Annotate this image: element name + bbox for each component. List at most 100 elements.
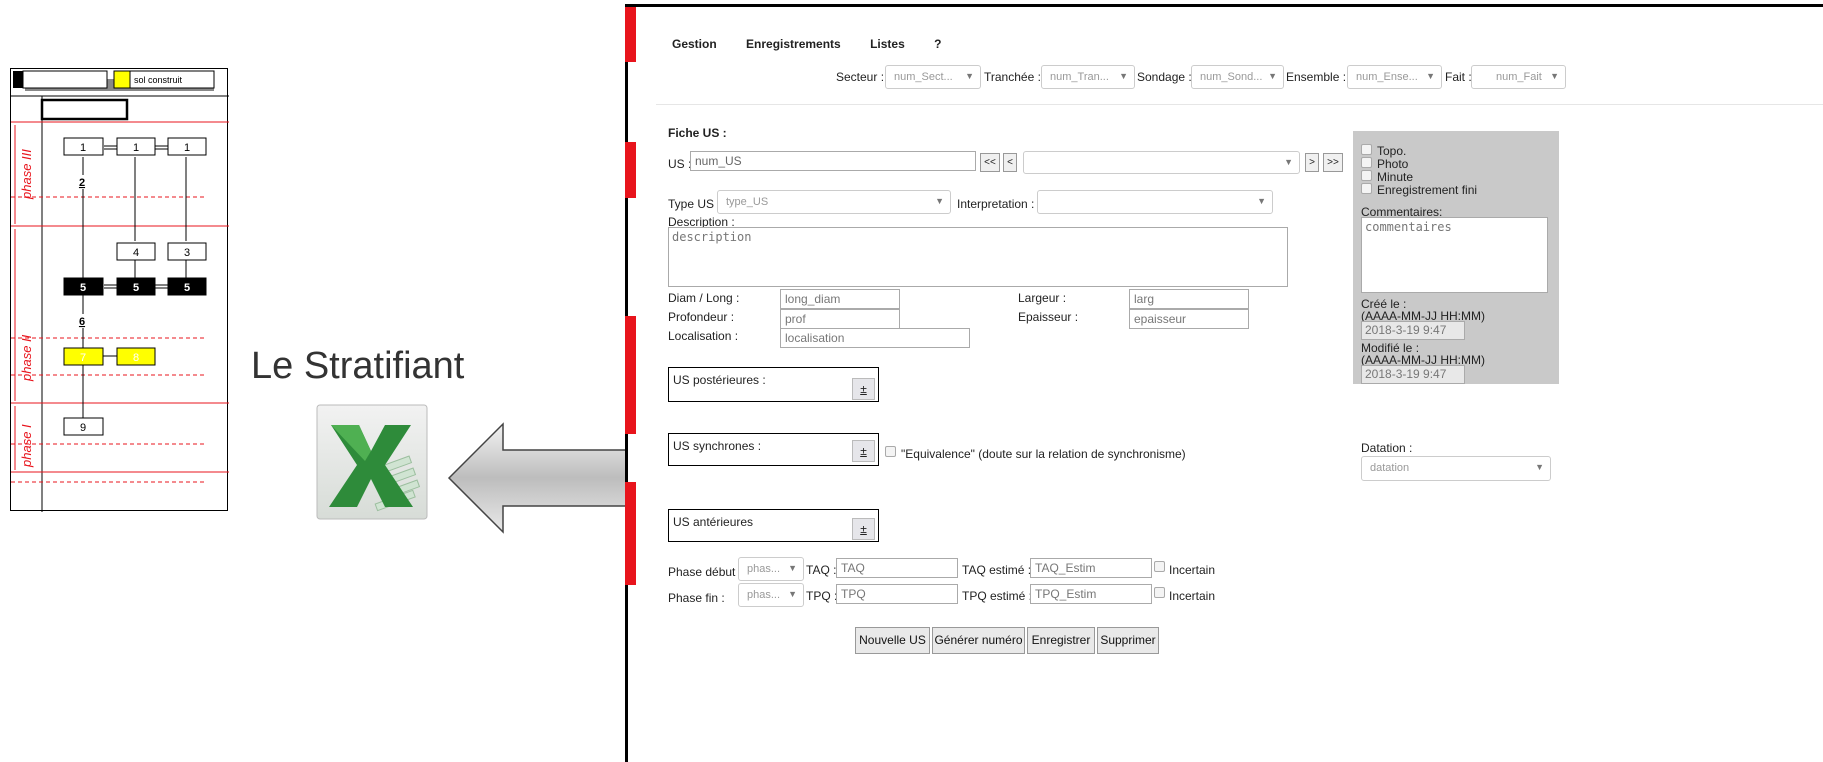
photo-checkbox[interactable] — [1361, 157, 1372, 168]
epaisseur-input[interactable]: epaisseur — [1129, 309, 1249, 329]
node-6: 6 — [79, 316, 85, 328]
modified-date-field: 2018-3-19 9:47 — [1361, 365, 1465, 384]
largeur-input[interactable]: larg — [1129, 289, 1249, 309]
enregistrement-fini-label: Enregistrement fini — [1377, 183, 1478, 197]
node-1c: 1 — [184, 142, 190, 154]
created-date-field: 2018-3-19 9:47 — [1361, 321, 1465, 340]
us-posterieures-box: US postérieures : ± — [668, 367, 879, 402]
us-anterieures-label: US antérieures — [673, 515, 754, 529]
commentaires-textarea[interactable]: commentaires — [1361, 217, 1548, 293]
minute-label: Minute — [1377, 170, 1414, 184]
nav-next-button[interactable]: > — [1305, 153, 1319, 172]
node-1a: 1 — [80, 142, 86, 154]
taq-incertain-checkbox[interactable] — [1154, 561, 1165, 572]
type-us-label: Type US : — [668, 197, 721, 211]
us-anterieures-toggle-button[interactable]: ± — [852, 518, 875, 540]
divider — [656, 104, 1823, 105]
datation-select[interactable]: datation ▼ — [1361, 456, 1551, 481]
filter-tranchee-select[interactable]: num_Tran... ▼ — [1041, 65, 1135, 89]
tpq-input[interactable]: TPQ — [836, 584, 958, 604]
type-us-select[interactable]: type_US ▼ — [717, 190, 951, 214]
legend-black-swatch — [13, 71, 23, 88]
filter-ensemble-label: Ensemble : — [1286, 70, 1347, 84]
us-synchrones-label: US synchrones : — [673, 439, 762, 453]
phase-label-3: phase III — [19, 149, 34, 200]
filter-secteur-select[interactable]: num_Sect... ▼ — [885, 65, 981, 89]
filter-fait-label: Fait : — [1445, 70, 1472, 84]
node-2: 2 — [79, 177, 85, 189]
largeur-label: Largeur : — [1018, 291, 1067, 305]
tpq-label: TPQ : — [806, 589, 838, 603]
diam-label: Diam / Long : — [668, 291, 740, 305]
menu-help[interactable]: ? — [934, 37, 941, 51]
tpq-incertain-label: Incertain — [1169, 589, 1216, 603]
menu-listes[interactable]: Listes — [870, 37, 905, 51]
interpretation-label: Interpretation : — [957, 197, 1035, 211]
description-textarea[interactable]: description — [668, 227, 1288, 287]
epaisseur-label: Epaisseur : — [1018, 310, 1079, 324]
generer-numero-button[interactable]: Générer numéro — [932, 627, 1025, 654]
node-1b: 1 — [133, 142, 139, 154]
us-synchrones-box: US synchrones : ± — [668, 433, 879, 466]
nouvelle-us-button[interactable]: Nouvelle US — [855, 627, 930, 654]
filter-secteur-label: Secteur : — [836, 70, 885, 84]
side-info-panel: Topo. Photo Minute Enregistrement fini C… — [1353, 131, 1559, 384]
phase-fin-select[interactable]: phas... ▼ — [738, 583, 804, 607]
node-3: 3 — [184, 247, 190, 259]
nav-last-button[interactable]: >> — [1323, 153, 1343, 172]
us-synchrones-toggle-button[interactable]: ± — [852, 440, 875, 462]
harris-matrix-diagram: sol construit phase III phase II phase I — [10, 68, 229, 512]
tpq-estime-input[interactable]: TPQ_Estim — [1030, 584, 1152, 604]
us-posterieures-toggle-button[interactable]: ± — [852, 378, 875, 400]
enregistrement-fini-checkbox[interactable] — [1361, 183, 1372, 194]
red-marker — [625, 142, 636, 198]
taq-estime-input[interactable]: TAQ_Estim — [1030, 558, 1152, 578]
filter-sondage-select[interactable]: num_Sond... ▼ — [1191, 65, 1284, 89]
red-marker — [625, 316, 636, 434]
us-label: US : — [668, 157, 692, 171]
profondeur-label: Profondeur : — [668, 310, 735, 324]
filter-sondage-label: Sondage : — [1137, 70, 1192, 84]
node-5a: 5 — [80, 282, 86, 294]
us-record-select[interactable]: ▼ — [1023, 151, 1300, 174]
interpretation-select[interactable]: ▼ — [1037, 190, 1273, 214]
supprimer-button[interactable]: Supprimer — [1097, 627, 1159, 654]
taq-input[interactable]: TAQ — [836, 558, 958, 578]
topo-checkbox[interactable] — [1361, 144, 1372, 155]
photo-label: Photo — [1377, 157, 1409, 171]
us-anterieures-box: US antérieures ± — [668, 509, 879, 542]
phase-debut-label: Phase début : — [668, 565, 743, 579]
node-9: 9 — [80, 422, 86, 434]
us-posterieures-label: US postérieures : — [673, 373, 766, 387]
red-marker — [625, 482, 636, 585]
phase-fin-label: Phase fin : — [668, 591, 725, 605]
minute-checkbox[interactable] — [1361, 170, 1372, 181]
matrix-svg: sol construit phase III phase II phase I — [11, 70, 229, 512]
profondeur-input[interactable]: prof — [780, 309, 900, 329]
filter-ensemble-select[interactable]: num_Ense... ▼ — [1347, 65, 1442, 89]
filter-fait-select[interactable]: num_Fait ▼ — [1471, 65, 1566, 89]
localisation-label: Localisation : — [668, 329, 739, 343]
menu-enregistrements[interactable]: Enregistrements — [746, 37, 841, 51]
phase-debut-select[interactable]: phas... ▼ — [738, 557, 804, 581]
us-number-input[interactable]: num_US — [690, 151, 976, 171]
node-5c: 5 — [184, 282, 190, 294]
equivalence-checkbox[interactable] — [885, 446, 896, 457]
enregistrer-button[interactable]: Enregistrer — [1027, 627, 1095, 654]
app-title: Le Stratifiant — [251, 345, 465, 387]
main-menu: Gestion Enregistrements Listes ? — [672, 37, 967, 51]
diam-input[interactable]: long_diam — [780, 289, 900, 309]
us-form-panel: Gestion Enregistrements Listes ? Secteur… — [625, 4, 1823, 762]
node-7: 7 — [80, 352, 86, 364]
nav-prev-button[interactable]: < — [1003, 153, 1017, 172]
localisation-input[interactable]: localisation — [780, 328, 970, 348]
menu-gestion[interactable]: Gestion — [672, 37, 717, 51]
nav-first-button[interactable]: << — [980, 153, 1000, 172]
fiche-title: Fiche US : — [668, 126, 727, 140]
taq-label: TAQ : — [806, 563, 837, 577]
tpq-estime-label: TPQ estimé : — [962, 589, 1033, 603]
red-marker — [625, 7, 636, 62]
excel-logo-icon — [313, 403, 431, 521]
tpq-incertain-checkbox[interactable] — [1154, 587, 1165, 598]
legend-yellow-swatch — [113, 70, 131, 89]
